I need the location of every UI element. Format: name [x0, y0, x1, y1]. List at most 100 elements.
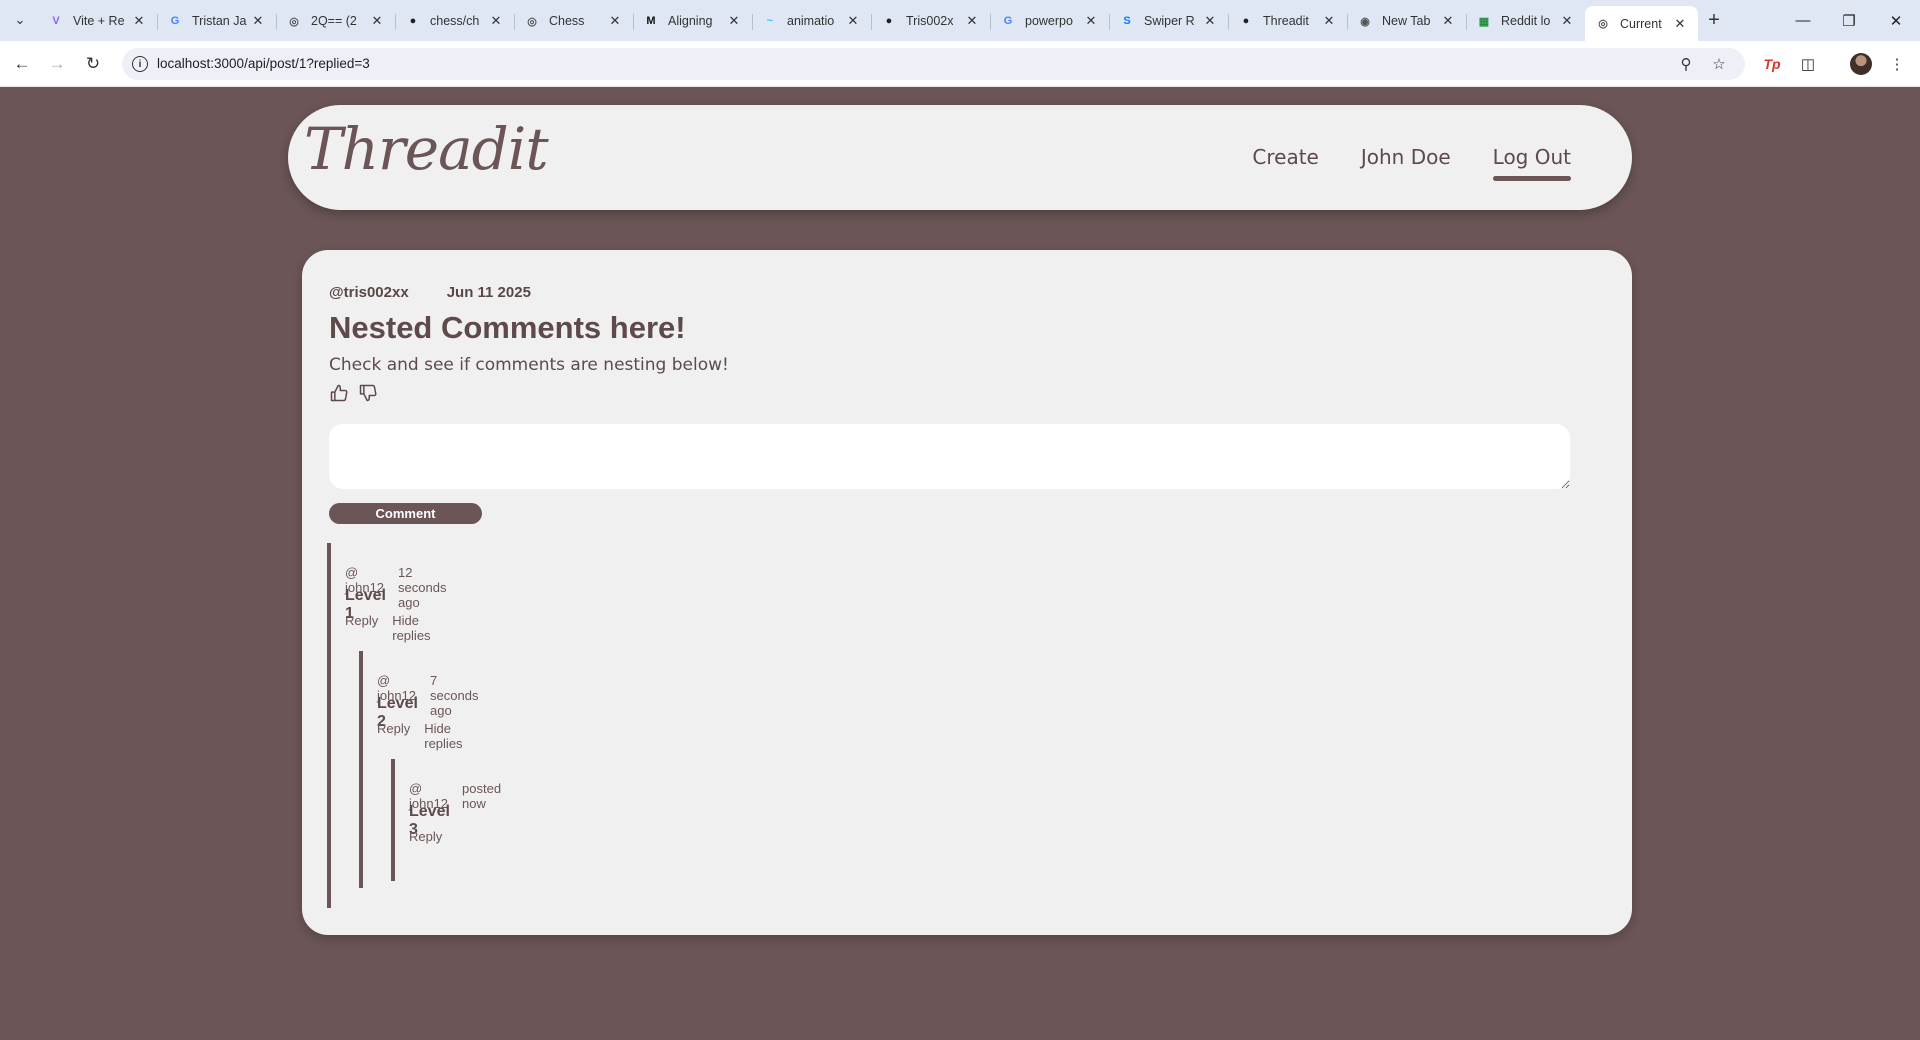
reply-button[interactable]: Reply	[345, 613, 378, 643]
close-tab-icon[interactable]: ✕	[131, 13, 147, 29]
threadit-logo[interactable]: Threadit	[304, 115, 549, 183]
tab-title: animatio	[787, 14, 835, 28]
tab-title: New Tab	[1382, 14, 1431, 28]
reply-button[interactable]: Reply	[409, 829, 442, 844]
reply-button[interactable]: Reply	[377, 721, 410, 751]
tab-title: Tris002x	[906, 14, 954, 28]
globe-icon: ◎	[527, 15, 537, 28]
extensions-puzzle-icon[interactable]: ◫	[1796, 52, 1820, 76]
post-card: @tris002xx Jun 11 2025 Nested Comments h…	[302, 250, 1632, 935]
post-meta: @tris002xx Jun 11 2025	[329, 284, 531, 301]
close-tab-icon[interactable]: ✕	[1672, 16, 1688, 32]
tailwind-icon: ~	[766, 15, 774, 27]
post-body: Check and see if comments are nesting be…	[329, 355, 729, 375]
swiper-icon: S	[1123, 15, 1131, 27]
comment-time: 12 seconds ago	[398, 565, 447, 610]
close-tab-icon[interactable]: ✕	[1440, 13, 1456, 29]
zoom-icon[interactable]: ⚲	[1675, 53, 1697, 75]
extension-tp-icon[interactable]: Tp	[1760, 52, 1784, 76]
address-url[interactable]: localhost:3000/api/post/1?replied=3	[157, 56, 370, 71]
comment-thread-level-1: @ john12 12 seconds ago Level 1 Reply Hi…	[327, 543, 501, 908]
sheets-icon: ▦	[1478, 15, 1490, 28]
browser-tab[interactable]: ◎ Current ✕	[1585, 6, 1698, 41]
tab-title: powerpo	[1025, 14, 1073, 28]
comment-time: posted now	[462, 781, 502, 811]
browser-tab[interactable]: ▦ Reddit lo ✕	[1466, 6, 1585, 36]
page: Threadit Create John Doe Log Out @tris002x…	[0, 87, 1920, 1040]
browser-tab[interactable]: M Aligning ✕	[633, 6, 752, 36]
hide-replies-button[interactable]: Hide replies	[392, 613, 430, 643]
browser-tab[interactable]: ◉ New Tab ✕	[1347, 6, 1466, 36]
minimize-icon[interactable]: —	[1780, 0, 1826, 41]
comment-actions: Reply Hide replies	[377, 721, 463, 751]
chrome-icon: ◉	[1360, 15, 1370, 28]
browser-tab[interactable]: ● chess/ch ✕	[395, 6, 514, 36]
tab-title: Aligning	[668, 14, 713, 28]
post-date: Jun 11 2025	[446, 284, 531, 301]
browser-tab[interactable]: ◎ Chess ✕	[514, 6, 633, 36]
bookmark-star-icon[interactable]: ☆	[1708, 53, 1730, 75]
close-tab-icon[interactable]: ✕	[1202, 13, 1218, 29]
close-tab-icon[interactable]: ✕	[1559, 13, 1575, 29]
github-icon: ●	[1242, 15, 1250, 27]
browser-tabstrip: ⌄ V Vite + Re ✕ G Tristan Ja ✕ ◎ 2Q== (2 ✕ ● chess…	[0, 0, 1920, 41]
close-window-icon[interactable]: ✕	[1873, 0, 1919, 41]
tab-list: V Vite + Re ✕ G Tristan Ja ✕ ◎ 2Q== (2 ✕ ● chess/c…	[38, 6, 1698, 41]
tab-title: Chess	[549, 14, 585, 28]
nav-links: Create John Doe Log Out	[1252, 145, 1572, 181]
back-icon[interactable]: ←	[10, 52, 34, 76]
medium-icon: M	[646, 15, 656, 27]
reload-icon[interactable]: ↻	[81, 52, 105, 76]
close-tab-icon[interactable]: ✕	[1083, 13, 1099, 29]
profile-avatar[interactable]	[1849, 52, 1873, 76]
browser-tab[interactable]: S Swiper R ✕	[1109, 6, 1228, 36]
forward-icon[interactable]: →	[45, 52, 69, 76]
menu-kebab-icon[interactable]: ⋮	[1885, 52, 1909, 76]
comment-thread-level-2: @ john12 7 seconds ago Level 2 Reply Hid…	[359, 651, 501, 888]
browser-tab[interactable]: ● Tris002x ✕	[871, 6, 990, 36]
vite-icon: V	[52, 15, 60, 27]
tab-title: Reddit lo	[1501, 14, 1551, 28]
close-tab-icon[interactable]: ✕	[369, 13, 385, 29]
new-tab-button[interactable]: +	[1702, 8, 1726, 32]
comment-actions: Reply Hide replies	[345, 613, 431, 643]
browser-tab[interactable]: ~ animatio ✕	[752, 6, 871, 36]
tab-title: chess/ch	[430, 14, 480, 28]
browser-toolbar: ← → ↻ i localhost:3000/api/post/1?replie…	[0, 41, 1920, 87]
tab-title: Swiper R	[1144, 14, 1195, 28]
browser-tab[interactable]: Gpowerpo ✕	[990, 6, 1109, 36]
comment-time: 7 seconds ago	[430, 673, 479, 718]
tab-search-icon[interactable]: ⌄	[8, 8, 32, 32]
nav-link-log-out[interactable]: Log Out	[1492, 145, 1572, 181]
browser-tab[interactable]: V Vite + Re ✕	[38, 6, 157, 36]
globe-icon: ◎	[289, 15, 299, 28]
post-author[interactable]: @tris002xx	[329, 284, 409, 301]
thumbs-down-icon[interactable]	[358, 383, 378, 403]
hide-replies-button[interactable]: Hide replies	[424, 721, 462, 751]
nav-link-john-doe[interactable]: John Doe	[1361, 145, 1451, 169]
close-tab-icon[interactable]: ✕	[1321, 13, 1337, 29]
address-bar[interactable]: i localhost:3000/api/post/1?replied=3 ⚲ …	[122, 48, 1745, 80]
close-tab-icon[interactable]: ✕	[726, 13, 742, 29]
close-tab-icon[interactable]: ✕	[964, 13, 980, 29]
globe-icon: ◎	[1598, 18, 1608, 30]
thumbs-up-icon[interactable]	[329, 383, 349, 403]
github-icon: ●	[409, 15, 417, 27]
restore-icon[interactable]: ❐	[1826, 0, 1872, 41]
comment-button[interactable]: Comment	[329, 503, 482, 524]
site-info-icon[interactable]: i	[132, 56, 148, 72]
github-icon: ●	[885, 15, 893, 27]
comment-input[interactable]	[329, 424, 1570, 489]
close-tab-icon[interactable]: ✕	[845, 13, 861, 29]
browser-tab[interactable]: G Tristan Ja ✕	[157, 6, 276, 36]
browser-tab[interactable]: ◎ 2Q== (2 ✕	[276, 6, 395, 36]
google-icon: G	[1003, 15, 1013, 27]
close-tab-icon[interactable]: ✕	[250, 13, 266, 29]
post-title: Nested Comments here!	[329, 310, 686, 345]
tab-title: 2Q== (2	[311, 14, 357, 28]
browser-tab[interactable]: ● Threadit ✕	[1228, 6, 1347, 36]
close-tab-icon[interactable]: ✕	[488, 13, 504, 29]
tab-title: Tristan Ja	[192, 14, 247, 28]
nav-link-create[interactable]: Create	[1252, 145, 1318, 169]
close-tab-icon[interactable]: ✕	[607, 13, 623, 29]
